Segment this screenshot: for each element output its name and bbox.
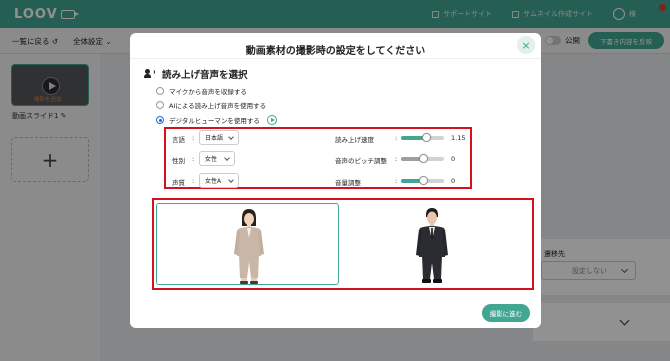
close-icon: × (521, 38, 531, 52)
avatar-card-male[interactable] (340, 203, 523, 285)
pitch-value: 0 (451, 155, 456, 163)
radio-button-selected[interactable] (156, 116, 164, 124)
speed-slider[interactable] (401, 133, 444, 142)
language-select[interactable]: 日本語 (199, 130, 239, 145)
voice-section-heading: 読み上げ音声を選択 (144, 67, 248, 81)
voice-quality-label: 声質 (172, 179, 185, 187)
volume-label: 音量調整 (335, 179, 361, 187)
close-button[interactable]: × (517, 36, 535, 54)
language-label: 言語 (172, 136, 185, 144)
gender-select[interactable]: 女性 (199, 151, 235, 166)
gender-label: 性別 (172, 157, 185, 165)
divider (130, 58, 541, 59)
radio-button[interactable] (156, 101, 164, 109)
volume-value: 0 (451, 177, 456, 185)
speed-value: 1.15 (451, 134, 466, 142)
female-avatar (234, 209, 264, 284)
radio-button[interactable] (156, 87, 164, 95)
radio-mic-recording[interactable]: マイクから音声を収録する (156, 86, 247, 96)
slider-handle[interactable] (421, 133, 431, 142)
radio-digital-human[interactable]: デジタルヒューマンを使用する (156, 115, 277, 125)
slider-handle[interactable] (418, 176, 428, 185)
radio-ai-voice[interactable]: AIによる読み上げ音声を使用する (156, 100, 266, 110)
slider-handle[interactable] (418, 154, 428, 163)
chevron-down-icon (228, 134, 234, 140)
proceed-to-recording-button[interactable]: 撮影に進む (482, 304, 530, 322)
chevron-down-icon (228, 177, 234, 183)
speed-label: 読み上げ速度 (335, 136, 374, 144)
male-avatar (416, 208, 448, 283)
pitch-label: 音声のピッチ調整 (335, 157, 387, 165)
voice-quality-select[interactable]: 女性A (199, 173, 239, 188)
pitch-slider[interactable] (401, 154, 444, 163)
modal-title: 動画素材の撮影時の設定をしてください (245, 46, 426, 57)
play-sample-icon[interactable] (266, 115, 277, 125)
recording-settings-modal: 動画素材の撮影時の設定をしてください × 読み上げ音声を選択 マイクから音声を収… (130, 33, 541, 328)
volume-slider[interactable] (401, 176, 444, 185)
avatar-card-female[interactable] (156, 203, 339, 285)
chevron-down-icon (224, 155, 230, 161)
speaking-person-icon (144, 69, 156, 79)
